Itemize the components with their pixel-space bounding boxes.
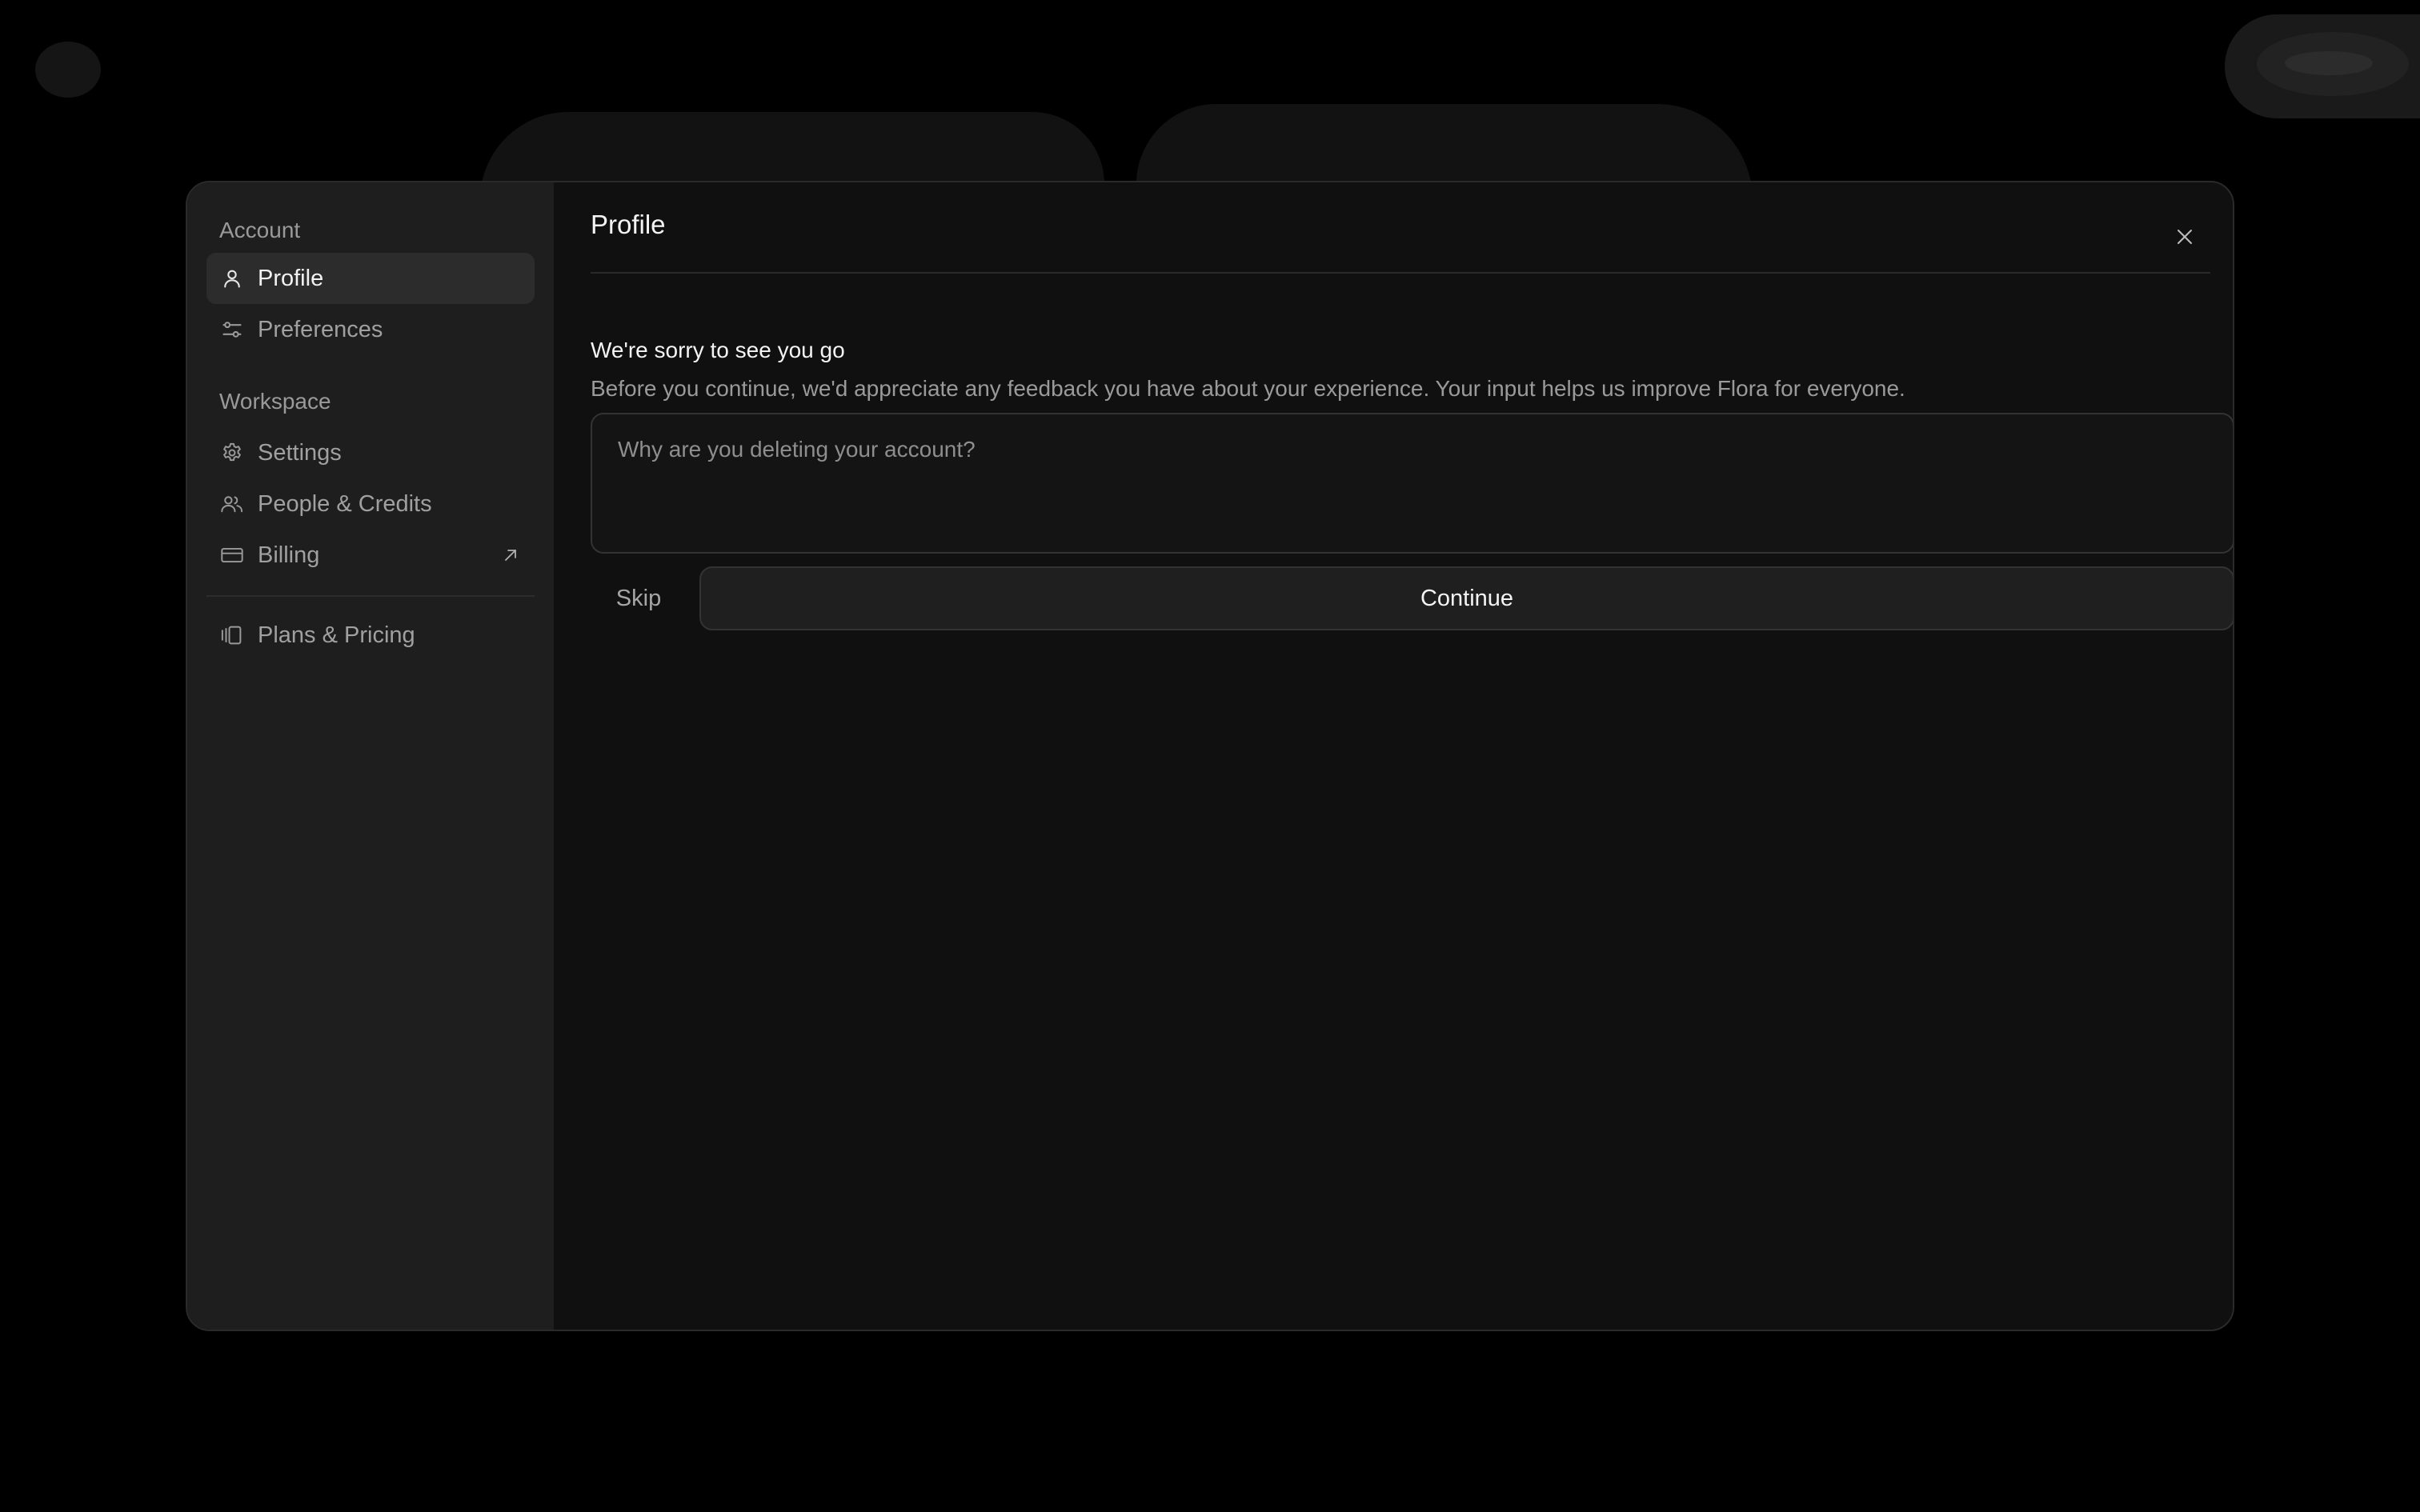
- sidebar-item-settings[interactable]: Settings: [206, 427, 535, 478]
- settings-main-panel: Profile We're sorry to see you go Before…: [554, 182, 2233, 1330]
- workspace-section-heading: Workspace: [219, 389, 331, 414]
- close-icon: [2176, 228, 2194, 246]
- account-nav: Profile Preferences: [206, 253, 535, 355]
- background-blob: [35, 42, 101, 98]
- close-button[interactable]: [2170, 222, 2199, 251]
- sliders-icon: [219, 317, 245, 342]
- account-section-heading: Account: [219, 218, 301, 242]
- gear-icon: [219, 440, 245, 466]
- delete-reason-textarea[interactable]: [591, 413, 2233, 554]
- workspace-nav: Settings People & Credits Billing: [206, 427, 535, 581]
- settings-modal: Account Profile Preferences Workspace Se…: [186, 181, 2234, 1331]
- sidebar-item-preferences[interactable]: Preferences: [206, 304, 535, 355]
- sidebar-item-billing[interactable]: Billing: [206, 530, 535, 581]
- continue-button[interactable]: Continue: [699, 566, 2233, 630]
- sidebar-item-label: Profile: [258, 265, 324, 291]
- page-title: Profile: [591, 210, 666, 239]
- panel-header: Profile: [591, 182, 2210, 274]
- sidebar-item-profile[interactable]: Profile: [206, 253, 535, 304]
- feedback-heading: We're sorry to see you go: [591, 338, 845, 362]
- plans-icon: [219, 622, 245, 648]
- sidebar-item-label: Billing: [258, 542, 320, 568]
- feedback-description: Before you continue, we'd appreciate any…: [591, 376, 1905, 401]
- background-blob: [2285, 51, 2373, 75]
- feedback-actions: Skip Continue: [591, 566, 2233, 630]
- skip-button[interactable]: Skip: [591, 566, 687, 630]
- people-icon: [219, 491, 245, 517]
- sidebar-item-label: Plans & Pricing: [258, 622, 415, 648]
- sidebar-item-people-credits[interactable]: People & Credits: [206, 478, 535, 530]
- arrow-up-right-icon: [499, 544, 522, 566]
- user-icon: [219, 266, 245, 291]
- sidebar-divider: [206, 595, 535, 597]
- sidebar-item-label: Preferences: [258, 316, 383, 342]
- sidebar-item-plans-pricing[interactable]: Plans & Pricing: [206, 610, 535, 661]
- sidebar-item-label: People & Credits: [258, 490, 432, 517]
- sidebar-item-label: Settings: [258, 439, 342, 466]
- credit-card-icon: [219, 542, 245, 568]
- settings-sidebar: Account Profile Preferences Workspace Se…: [187, 182, 554, 1330]
